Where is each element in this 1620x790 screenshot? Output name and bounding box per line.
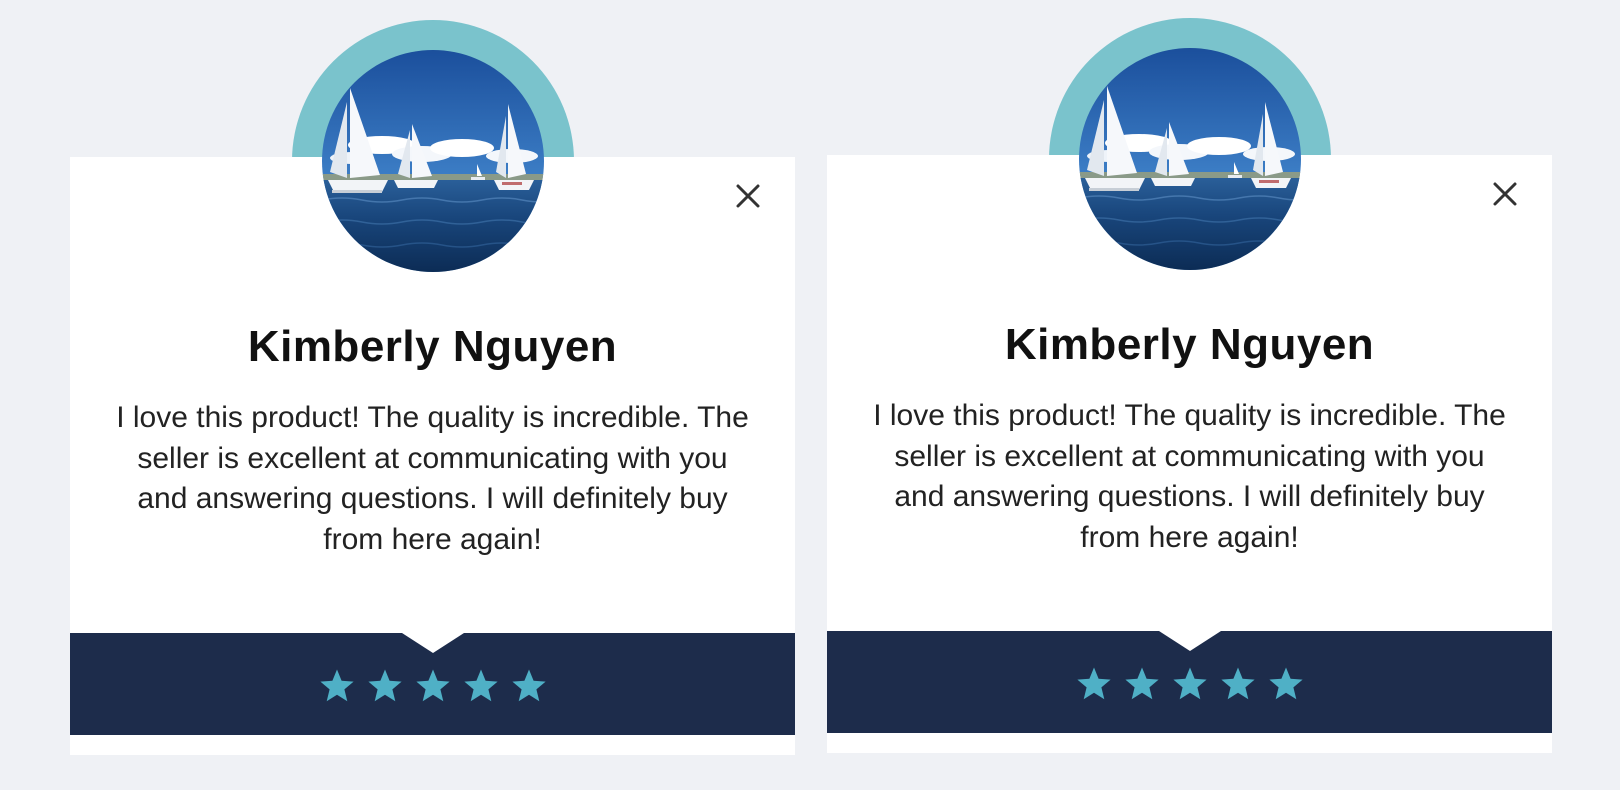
star-rating [70, 668, 795, 704]
testimonial-card: Kimberly Nguyen I love this product! The… [827, 18, 1552, 788]
close-button[interactable] [734, 182, 762, 210]
review-text: I love this product! The quality is incr… [116, 401, 749, 556]
close-icon [1493, 182, 1517, 206]
sailboats-photo [1079, 48, 1301, 270]
close-icon [736, 184, 760, 208]
rating-footer [827, 631, 1552, 733]
sailboats-photo [322, 50, 544, 272]
avatar [322, 50, 544, 272]
star-icon [319, 668, 355, 704]
avatar [1079, 48, 1301, 270]
reviewer-name: Kimberly Nguyen [247, 322, 618, 371]
star-icon [1124, 666, 1160, 702]
star-icon [1268, 666, 1304, 702]
star-icon [367, 668, 403, 704]
footer-notch [1159, 631, 1221, 651]
star-icon [1220, 666, 1256, 702]
review-text: I love this product! The quality is incr… [873, 399, 1506, 554]
star-icon [415, 668, 451, 704]
star-icon [1076, 666, 1112, 702]
rating-footer [70, 633, 795, 735]
footer-notch [402, 633, 464, 653]
close-button[interactable] [1491, 180, 1519, 208]
star-rating [827, 666, 1552, 702]
star-icon [1172, 666, 1208, 702]
testimonial-card: Kimberly Nguyen I love this product! The… [70, 20, 795, 790]
star-icon [511, 668, 547, 704]
star-icon [463, 668, 499, 704]
reviewer-name: Kimberly Nguyen [1004, 320, 1375, 369]
